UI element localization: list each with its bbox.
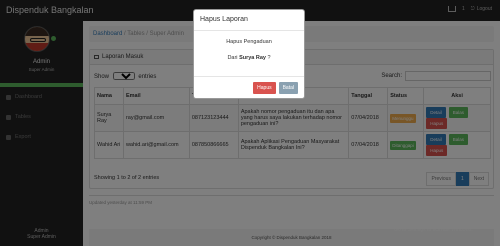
modal-target: Dari Surya Ray ? [194, 55, 304, 61]
modal-message: Hapus Pengaduan [226, 39, 272, 45]
cancel-button[interactable]: Batal [278, 81, 298, 94]
modal-title: Hapus Laporan [194, 10, 304, 31]
delete-modal: Hapus Laporan Hapus Pengaduan Dari Surya… [193, 9, 305, 99]
modal-footer: Hapus Batal [194, 76, 304, 98]
modal-target-name: Surya Ray [239, 55, 266, 61]
modal-target-suffix: ? [267, 55, 271, 61]
modal-body: Hapus Pengaduan Dari Surya Ray ? [194, 39, 304, 61]
modal-target-prefix: Dari [227, 55, 238, 61]
confirm-delete-button[interactable]: Hapus [253, 81, 276, 94]
